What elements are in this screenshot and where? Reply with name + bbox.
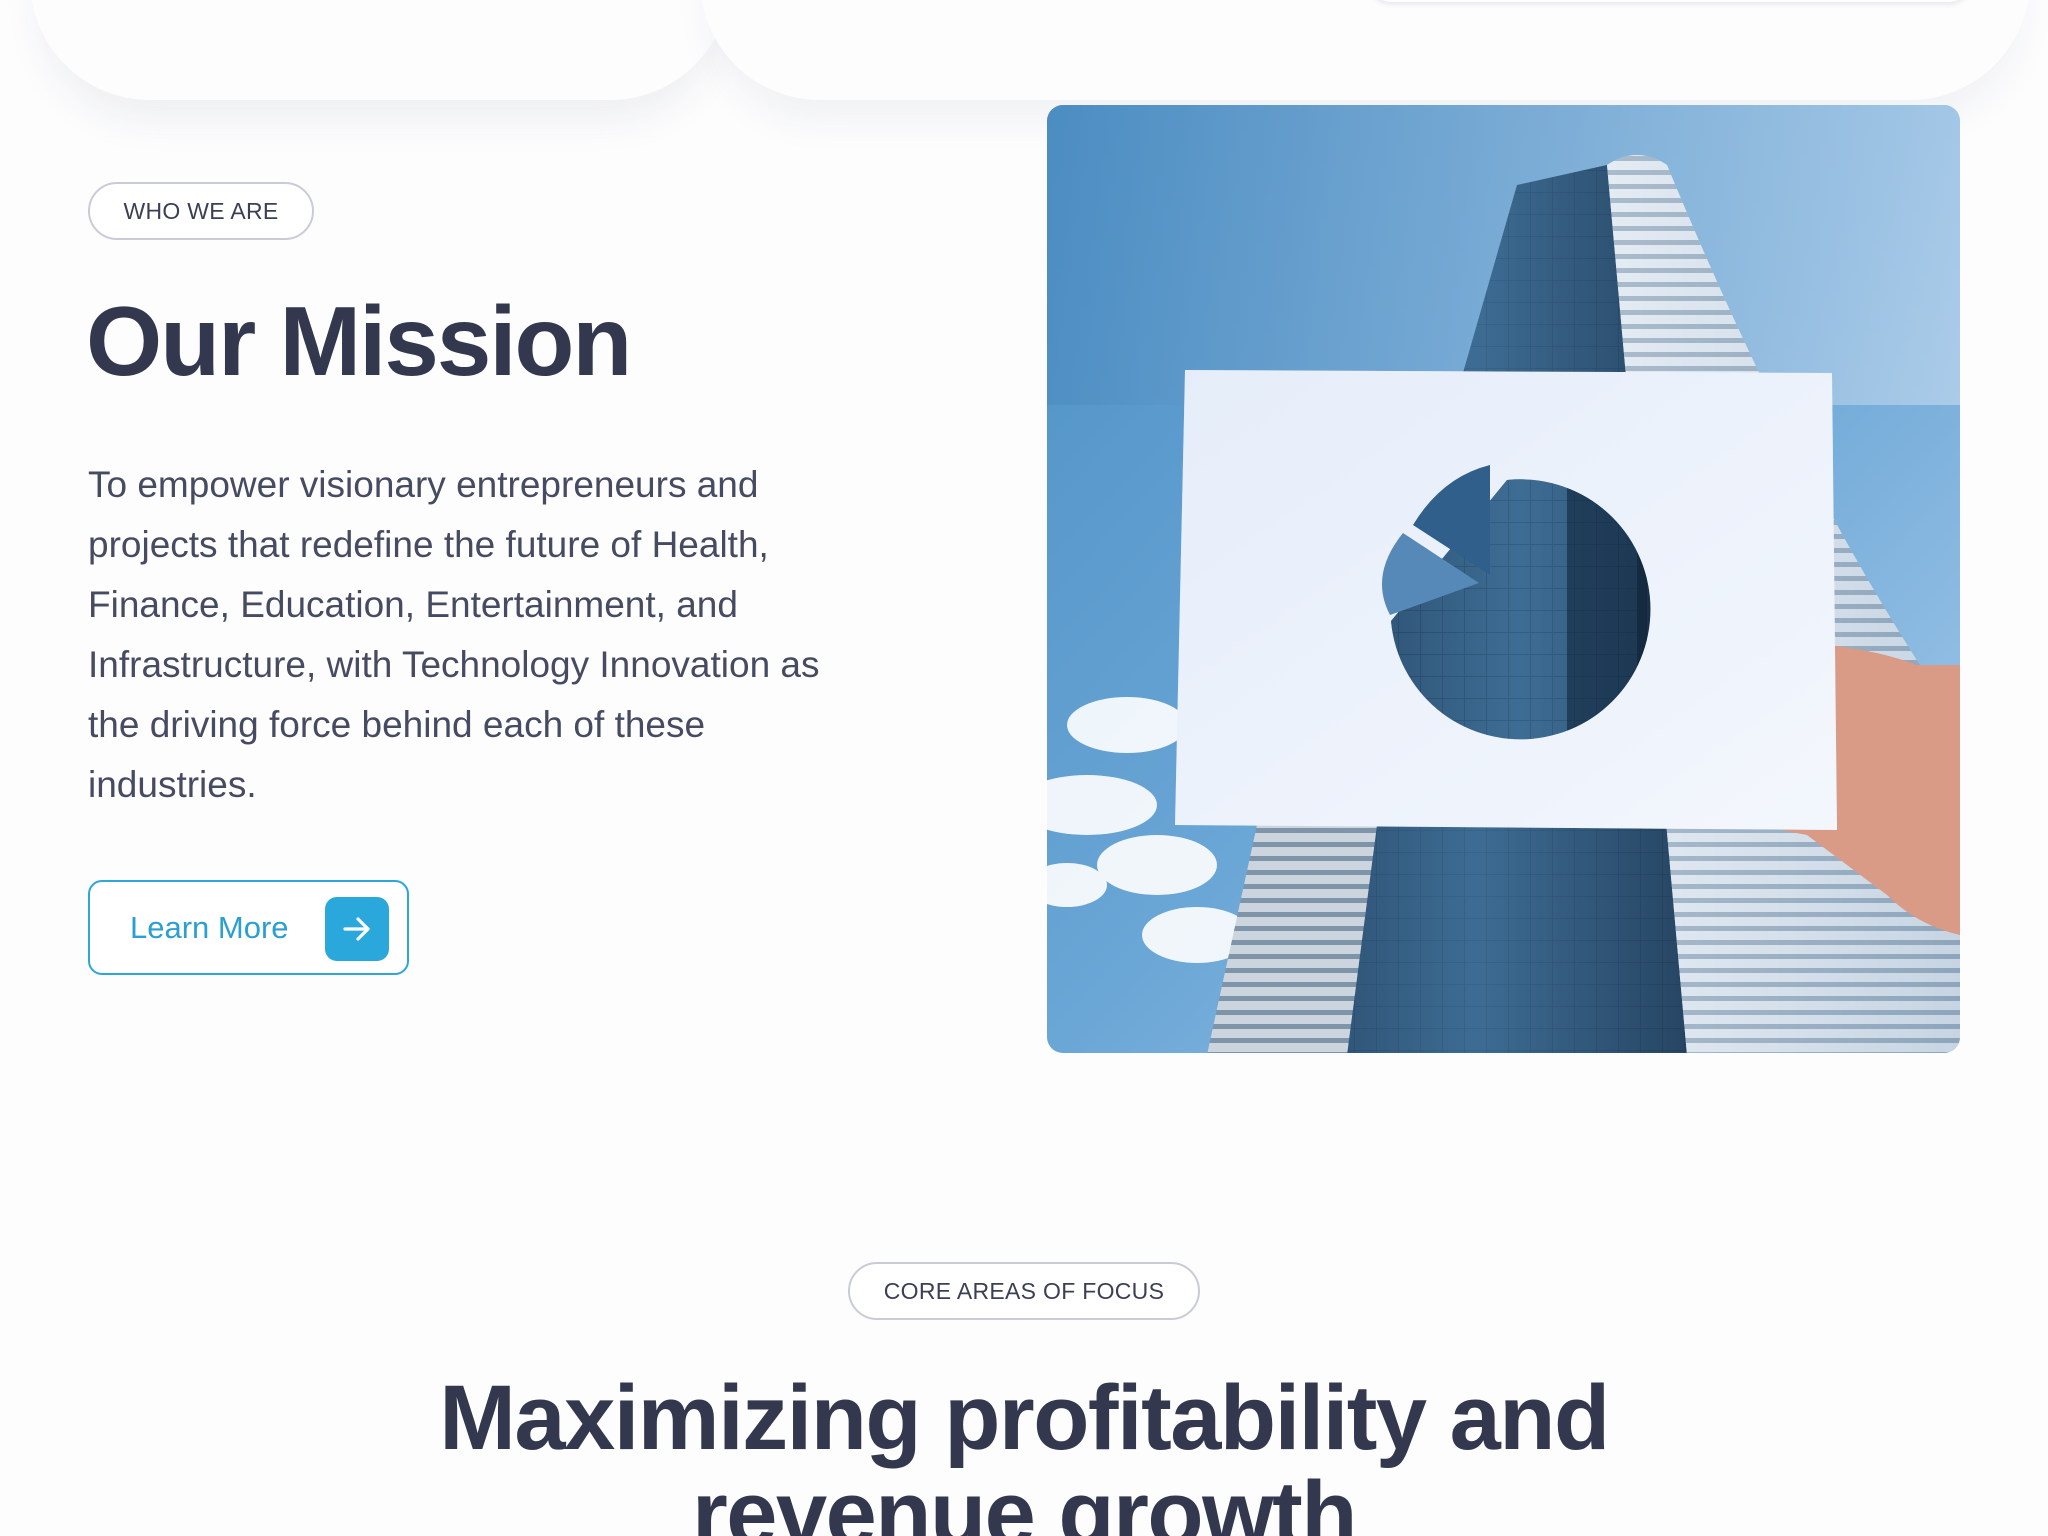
focus-title-line-1: Maximizing profitability and [439, 1367, 1610, 1469]
core-areas-badge: CORE AREAS OF FOCUS [848, 1262, 1200, 1320]
focus-title: Maximizing profitability and revenue gro… [0, 1370, 2048, 1536]
learn-more-button[interactable]: Learn More [88, 880, 409, 975]
top-pill-edge [1370, 0, 1970, 2]
top-card-edge [700, 0, 2030, 100]
mission-hero-image [1047, 105, 1960, 1053]
page: WHO WE ARE Our Mission To empower vision… [0, 0, 2048, 1536]
top-card-edge [30, 0, 730, 100]
focus-title-line-2: revenue growth [691, 1463, 1358, 1536]
arrow-right-icon [325, 897, 389, 961]
who-we-are-badge: WHO WE ARE [88, 182, 314, 240]
mission-title: Our Mission [86, 286, 632, 396]
mission-description: To empower visionary entrepreneurs and p… [88, 464, 820, 805]
learn-more-label: Learn More [130, 909, 289, 945]
